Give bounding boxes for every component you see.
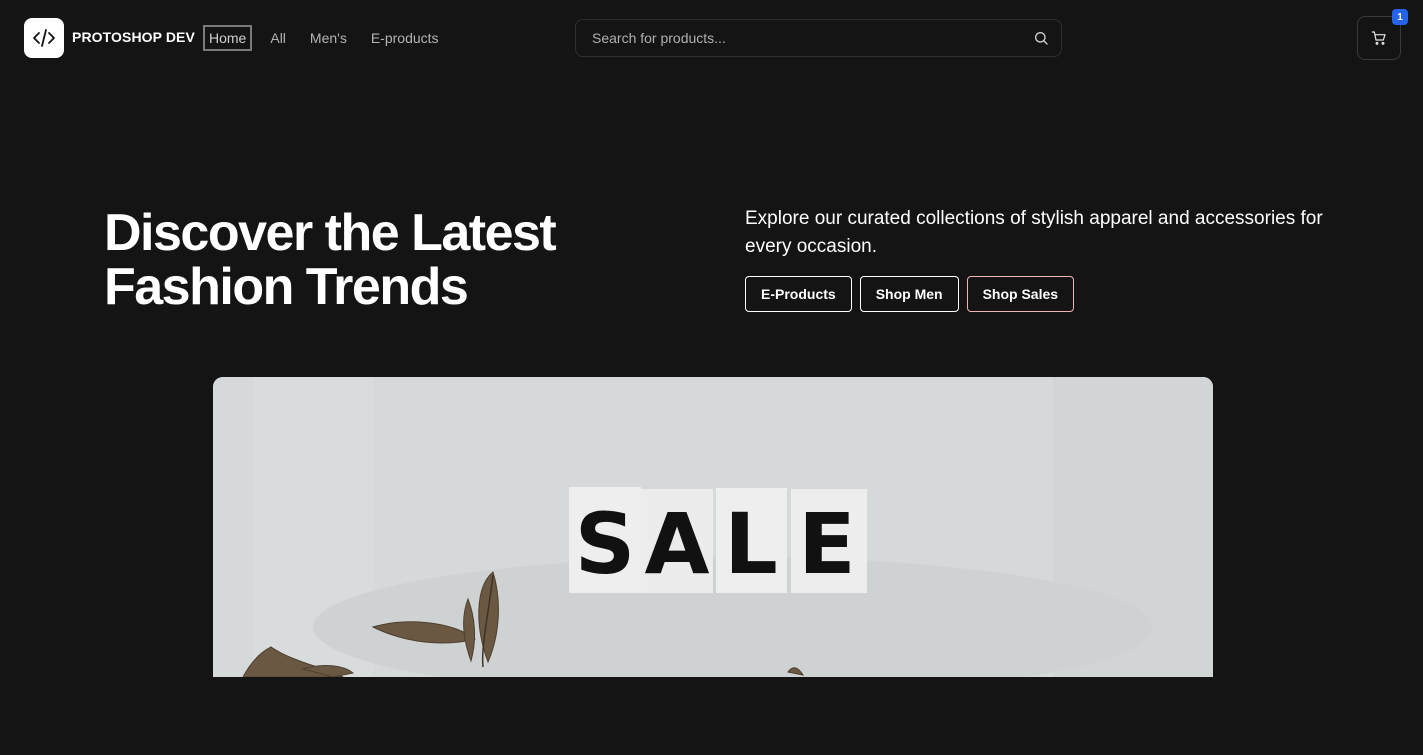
logo[interactable] <box>24 18 64 58</box>
letter-a: A <box>644 495 709 593</box>
hero-title: Discover the Latest Fashion Trends <box>104 204 557 316</box>
brand-name[interactable]: PROTOSHOP DEV <box>72 29 195 45</box>
hero-buttons: E-Products Shop Men Shop Sales <box>745 276 1082 312</box>
sale-sign-illustration: S A L E <box>213 377 1213 677</box>
nav-link-mens[interactable]: Men's <box>304 25 353 51</box>
letter-e: E <box>798 495 855 593</box>
site-header: PROTOSHOP DEV Home All Men's E-products … <box>0 0 1423 76</box>
hero-subtitle: Explore our curated collections of styli… <box>745 208 1323 257</box>
code-brackets-icon <box>33 29 55 47</box>
hero-banner-image: S A L E <box>213 377 1213 677</box>
nav-link-home[interactable]: Home <box>203 25 253 51</box>
sale-letter-cards: S A L E <box>569 487 867 593</box>
shopping-cart-icon <box>1371 31 1386 45</box>
shop-men-button[interactable]: Shop Men <box>859 276 959 312</box>
search-icon[interactable] <box>1033 30 1049 46</box>
search-bar <box>575 19 1062 57</box>
e-products-button[interactable]: E-Products <box>745 276 852 312</box>
search-input[interactable] <box>576 20 1016 56</box>
letter-l: L <box>724 495 778 593</box>
cart-count-badge: 1 <box>1392 9 1408 25</box>
shop-sales-button[interactable]: Shop Sales <box>966 276 1075 312</box>
letter-s: S <box>575 495 636 593</box>
nav-link-e-products[interactable]: E-products <box>365 25 445 51</box>
nav-link-all[interactable]: All <box>264 25 292 51</box>
main-nav: Home All Men's E-products <box>203 25 457 51</box>
